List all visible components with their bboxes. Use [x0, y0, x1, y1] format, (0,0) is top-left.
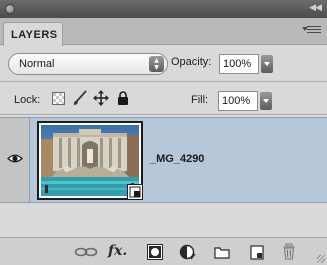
layer-thumbnail[interactable] [37, 121, 143, 200]
layers-list: _MG_4290 [0, 117, 327, 237]
new-layer-icon[interactable] [250, 244, 264, 262]
layer-name[interactable]: _MG_4290 [150, 153, 204, 165]
lock-position-icon[interactable] [93, 90, 109, 106]
lock-label: Lock: [14, 94, 41, 106]
add-layer-style-icon[interactable]: fx. [108, 243, 127, 259]
panel-tab-strip: LAYERS [0, 18, 327, 46]
layer-row[interactable]: _MG_4290 [0, 117, 327, 203]
lock-all-icon[interactable] [117, 91, 129, 105]
tab-layers[interactable]: LAYERS [3, 22, 63, 46]
new-group-icon[interactable] [214, 245, 230, 263]
divider [0, 114, 327, 115]
layers-panel: ◀◀ LAYERS Normal ▲▼ Opacity: 100% Lock: [0, 0, 327, 265]
layer-visibility-toggle[interactable] [0, 118, 30, 202]
link-layers-icon[interactable] [74, 246, 98, 264]
eye-icon[interactable] [7, 153, 23, 164]
lock-image-pixels-icon[interactable] [72, 90, 88, 106]
trevi-fountain-photo [41, 125, 139, 196]
layers-footer-toolbar: fx. [0, 237, 327, 265]
resize-grip-icon[interactable] [317, 255, 325, 263]
delete-layer-icon[interactable] [283, 243, 295, 261]
new-adjustment-layer-icon[interactable] [179, 244, 197, 262]
blend-mode-value: Normal [19, 58, 55, 70]
close-panel-icon[interactable] [5, 4, 15, 14]
collapse-panel-icon[interactable]: ◀◀ [309, 3, 322, 13]
smart-object-icon [129, 186, 141, 198]
add-layer-mask-icon[interactable] [147, 244, 163, 262]
panel-titlebar[interactable]: ◀◀ [0, 0, 327, 18]
fill-field[interactable]: 100% [218, 91, 258, 111]
divider [0, 81, 327, 82]
blend-mode-select[interactable]: Normal ▲ ▼ [8, 53, 168, 75]
fill-dropdown-icon[interactable] [260, 92, 272, 110]
panel-menu-icon[interactable] [302, 26, 321, 36]
opacity-field[interactable]: 100% [219, 54, 259, 74]
lock-transparent-pixels-icon[interactable] [52, 92, 65, 105]
fill-label: Fill: [191, 94, 209, 106]
opacity-label: Opacity: [171, 56, 212, 68]
blend-mode-stepper-icon[interactable]: ▲ ▼ [149, 56, 164, 72]
smart-object-badge-icon [127, 184, 143, 200]
opacity-dropdown-icon[interactable] [261, 55, 273, 73]
